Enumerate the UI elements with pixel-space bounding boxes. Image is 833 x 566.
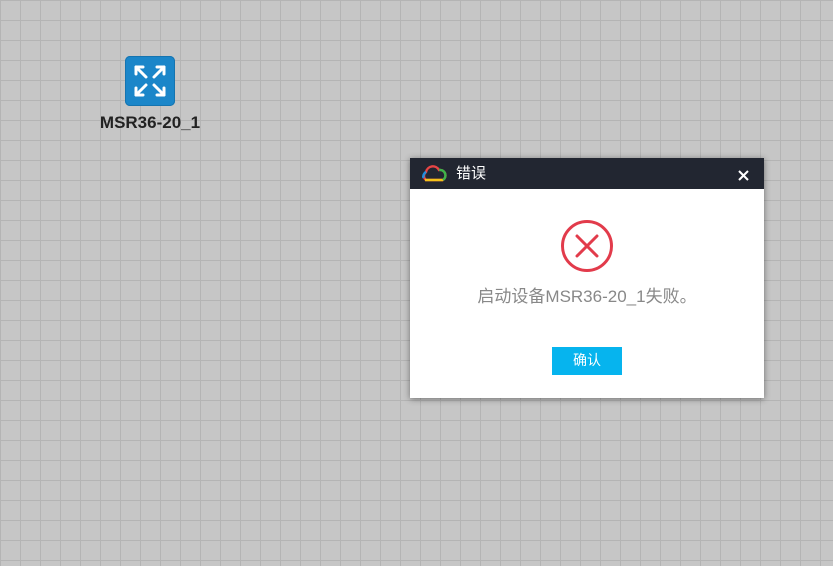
router-switch-icon[interactable] [125, 56, 175, 106]
device-label: MSR36-20_1 [99, 113, 201, 132]
cloud-logo-icon [420, 165, 448, 183]
error-circle-icon [560, 219, 614, 273]
ok-button[interactable]: 确认 [552, 347, 622, 375]
dialog-title: 错误 [456, 164, 487, 182]
dialog-message: 启动设备MSR36-20_1失败。 [477, 287, 697, 306]
close-icon[interactable] [737, 167, 750, 181]
error-dialog: 错误 启动设备MSR36-20_1失败。 确认 [410, 158, 764, 398]
topology-canvas[interactable]: MSR36-20_1 错误 启动设备MSR36-20_1失败。 确认 [0, 0, 833, 566]
dialog-titlebar[interactable]: 错误 [410, 158, 764, 189]
